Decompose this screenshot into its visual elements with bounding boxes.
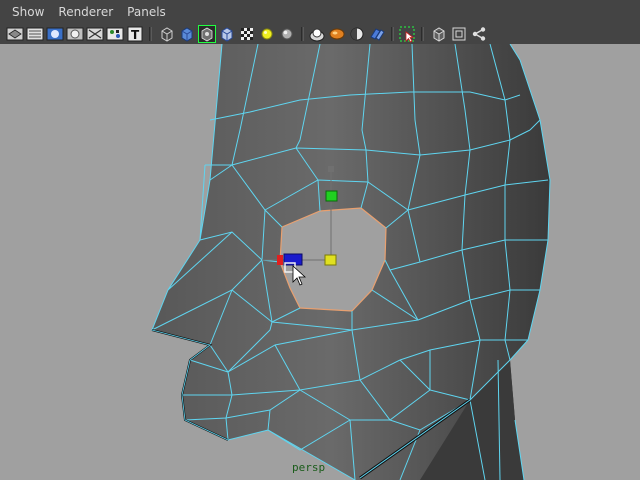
wireframe-on-shaded-icon[interactable] — [198, 25, 216, 43]
grid-icon[interactable] — [46, 25, 64, 43]
camera-label: persp — [292, 461, 326, 474]
texture-display-icon[interactable]: T — [126, 25, 144, 43]
select-camera-icon[interactable] — [6, 25, 24, 43]
manipulator-y-handle[interactable] — [325, 190, 338, 202]
backface-culling-icon[interactable] — [450, 25, 468, 43]
menu-panels[interactable]: Panels — [120, 0, 173, 24]
perspective-viewport[interactable]: persp — [0, 44, 640, 480]
svg-text:T: T — [131, 28, 140, 42]
film-gate-icon[interactable] — [26, 25, 44, 43]
smooth-shade-icon[interactable] — [178, 25, 196, 43]
manipulator-pivot-handle[interactable] — [328, 166, 334, 172]
wireframe-icon[interactable] — [158, 25, 176, 43]
default-light-icon[interactable] — [278, 25, 296, 43]
manipulator-center-handle[interactable] — [324, 254, 337, 266]
share-icon[interactable] — [470, 25, 488, 43]
shadows-icon[interactable] — [308, 25, 326, 43]
head-mesh[interactable] — [0, 44, 640, 480]
menu-bar: Show Renderer Panels — [0, 0, 640, 24]
xray-icon[interactable] — [218, 25, 236, 43]
safe-action-icon[interactable] — [86, 25, 104, 43]
menu-show[interactable]: Show — [0, 0, 51, 24]
select-highlight-icon[interactable] — [430, 25, 448, 43]
menu-renderer[interactable]: Renderer — [51, 0, 120, 24]
depth-of-field-icon[interactable] — [368, 25, 386, 43]
ambient-occlusion-icon[interactable] — [348, 25, 366, 43]
isolate-select-icon[interactable] — [106, 25, 124, 43]
resolution-gate-icon[interactable] — [66, 25, 84, 43]
high-quality-icon[interactable] — [328, 25, 346, 43]
all-lights-icon[interactable] — [258, 25, 276, 43]
use-default-material-icon[interactable] — [238, 25, 256, 43]
motion-blur-icon[interactable] — [398, 25, 416, 43]
manipulator-x-handle[interactable] — [277, 255, 283, 265]
viewport-toolbar: T — [0, 24, 640, 44]
